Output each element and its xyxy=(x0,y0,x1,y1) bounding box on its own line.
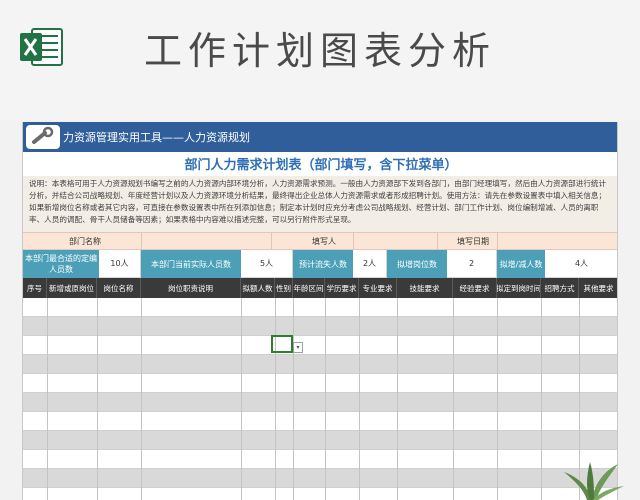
dropdown-arrow-icon[interactable]: ▾ xyxy=(293,342,303,353)
wrench-icon xyxy=(26,125,60,149)
stat-label: 拟增/减人数 xyxy=(497,250,545,278)
table-row[interactable] xyxy=(23,431,617,450)
selected-cell[interactable] xyxy=(271,335,293,353)
column-header[interactable]: 专业要求 xyxy=(359,278,397,298)
plant-decoration-icon xyxy=(564,462,624,500)
tool-header-bar: 力资源管理实用工具——人力资源规划 xyxy=(23,122,617,152)
stats-row: 本部门最合适的定编人员数 10人 本部门当前实际人员数 5人 预计流失人数 2人… xyxy=(23,250,617,278)
stat-label: 本部门最合适的定编人员数 xyxy=(23,250,99,278)
date-label: 填写日期 xyxy=(457,237,489,246)
description-text: 说明：本表格可用于人力资源规划书编写之前的人力资源内部环境分析，人力资源需求预测… xyxy=(23,176,617,232)
table-row[interactable] xyxy=(23,298,617,317)
column-header[interactable]: 年龄区间 xyxy=(293,278,325,298)
table-row[interactable] xyxy=(23,374,617,393)
column-header-row: 序号 新增或原岗位 岗位名称 岗位职责说明 拟额人数 性别 年龄区间 学历要求 … xyxy=(23,278,617,298)
column-header[interactable]: 经验要求 xyxy=(453,278,497,298)
top-title-bar: 工作计划图表分析 xyxy=(0,0,640,120)
table-row[interactable] xyxy=(23,317,617,336)
column-header[interactable]: 其他要求 xyxy=(579,278,617,298)
table-row[interactable] xyxy=(23,355,617,374)
stat-label: 拟增岗位数 xyxy=(387,250,447,278)
column-header[interactable]: 性别 xyxy=(275,278,293,298)
spreadsheet-sheet: 力资源管理实用工具——人力资源规划 部门人力需求计划表（部门填写，含下拉菜单） … xyxy=(22,122,618,500)
column-header[interactable]: 序号 xyxy=(23,278,47,298)
stat-value[interactable]: 5人 xyxy=(241,250,293,278)
table-row[interactable] xyxy=(23,393,617,412)
table-row[interactable] xyxy=(23,469,617,488)
plan-table-title: 部门人力需求计划表（部门填写，含下拉菜单） xyxy=(184,158,458,173)
page-title: 工作计划图表分析 xyxy=(143,29,496,73)
filler-label: 填写人 xyxy=(312,237,336,246)
stat-value[interactable]: 2 xyxy=(447,250,497,278)
column-header[interactable]: 岗位职责说明 xyxy=(141,278,241,298)
dept-name-label: 部门名称 xyxy=(69,237,101,246)
table-row[interactable] xyxy=(23,412,617,431)
column-header[interactable]: 拟定到岗时间 xyxy=(497,278,541,298)
info-row: 部门名称 填写人 填写日期 xyxy=(23,232,617,251)
tool-header-title: 力资源管理实用工具——人力资源规划 xyxy=(63,131,250,144)
stat-label: 本部门当前实际人员数 xyxy=(141,250,241,278)
stat-value[interactable]: 4人 xyxy=(545,250,617,278)
column-header[interactable]: 岗位名称 xyxy=(97,278,141,298)
column-header[interactable]: 招聘方式 xyxy=(541,278,579,298)
stat-label: 预计流失人数 xyxy=(293,250,353,278)
data-grid[interactable] xyxy=(23,298,617,500)
stat-value[interactable]: 10人 xyxy=(99,250,141,278)
table-row[interactable] xyxy=(23,336,617,355)
column-header[interactable]: 学历要求 xyxy=(325,278,359,298)
table-row[interactable] xyxy=(23,488,617,500)
column-header[interactable]: 拟额人数 xyxy=(241,278,275,298)
column-header[interactable]: 新增或原岗位 xyxy=(47,278,97,298)
table-row[interactable] xyxy=(23,450,617,469)
column-header[interactable]: 技能要求 xyxy=(397,278,453,298)
stat-value[interactable]: 2人 xyxy=(353,250,387,278)
